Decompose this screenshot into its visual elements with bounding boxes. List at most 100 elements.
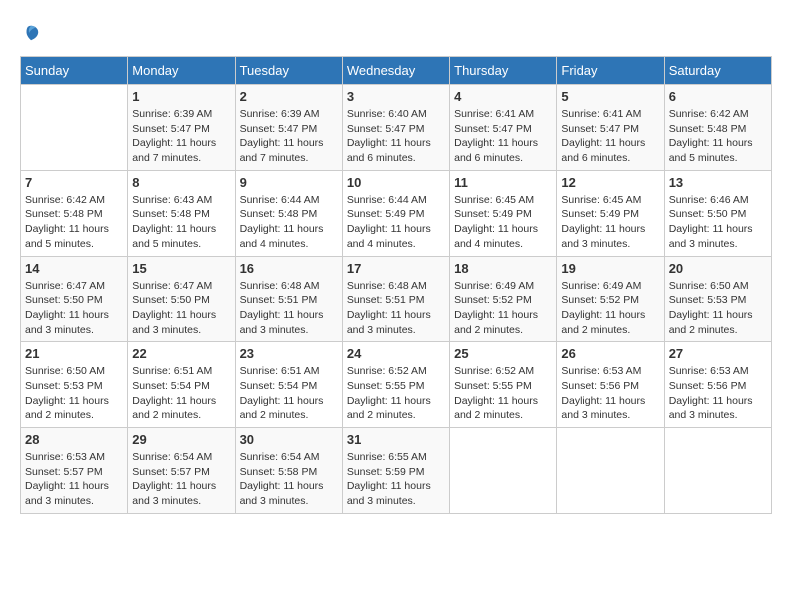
calendar-cell: 1 Sunrise: 6:39 AMSunset: 5:47 PMDaylight… xyxy=(128,85,235,171)
day-info: Sunrise: 6:52 AMSunset: 5:55 PMDaylight:… xyxy=(454,364,552,423)
calendar-cell: 26 Sunrise: 6:53 AMSunset: 5:56 PMDayligh… xyxy=(557,342,664,428)
day-number: 5 xyxy=(561,89,659,104)
day-info: Sunrise: 6:44 AMSunset: 5:49 PMDaylight:… xyxy=(347,193,445,252)
calendar-cell: 8 Sunrise: 6:43 AMSunset: 5:48 PMDaylight… xyxy=(128,170,235,256)
day-number: 18 xyxy=(454,261,552,276)
day-number: 29 xyxy=(132,432,230,447)
logo-bird-icon xyxy=(22,24,40,42)
calendar-cell: 10Sunrise: 6:44 AMSunset: 5:49 PMDayligh… xyxy=(342,170,449,256)
calendar-cell: 27Sunrise: 6:53 AMSunset: 5:56 PMDayligh… xyxy=(664,342,771,428)
day-info: Sunrise: 6:39 AMSunset: 5:47 PMDaylight:… xyxy=(240,107,338,166)
day-info: Sunrise: 6:50 AMSunset: 5:53 PMDaylight:… xyxy=(669,279,767,338)
calendar-cell: 20 Sunrise: 6:50 AMSunset: 5:53 PMDayligh… xyxy=(664,256,771,342)
day-number: 27 xyxy=(669,346,767,361)
day-number: 26 xyxy=(561,346,659,361)
weekday-header-row: SundayMondayTuesdayWednesdayThursdayFrid… xyxy=(21,57,772,85)
day-number: 11 xyxy=(454,175,552,190)
calendar-week-row: 14 Sunrise: 6:47 AMSunset: 5:50 PMDayligh… xyxy=(21,256,772,342)
calendar-cell: 24 Sunrise: 6:52 AMSunset: 5:55 PMDayligh… xyxy=(342,342,449,428)
day-info: Sunrise: 6:52 AMSunset: 5:55 PMDaylight:… xyxy=(347,364,445,423)
day-number: 12 xyxy=(561,175,659,190)
day-info: Sunrise: 6:42 AMSunset: 5:48 PMDaylight:… xyxy=(669,107,767,166)
calendar-table: SundayMondayTuesdayWednesdayThursdayFrid… xyxy=(20,56,772,514)
calendar-cell: 2 Sunrise: 6:39 AMSunset: 5:47 PMDaylight… xyxy=(235,85,342,171)
calendar-cell: 11 Sunrise: 6:45 AMSunset: 5:49 PMDayligh… xyxy=(450,170,557,256)
day-number: 2 xyxy=(240,89,338,104)
day-number: 28 xyxy=(25,432,123,447)
calendar-cell: 7 Sunrise: 6:42 AMSunset: 5:48 PMDaylight… xyxy=(21,170,128,256)
day-number: 8 xyxy=(132,175,230,190)
calendar-cell: 30 Sunrise: 6:54 AMSunset: 5:58 PMDayligh… xyxy=(235,428,342,514)
calendar-cell: 15 Sunrise: 6:47 AMSunset: 5:50 PMDayligh… xyxy=(128,256,235,342)
day-info: Sunrise: 6:46 AMSunset: 5:50 PMDaylight:… xyxy=(669,193,767,252)
day-number: 24 xyxy=(347,346,445,361)
day-info: Sunrise: 6:53 AMSunset: 5:56 PMDaylight:… xyxy=(561,364,659,423)
weekday-header-sunday: Sunday xyxy=(21,57,128,85)
calendar-cell: 18 Sunrise: 6:49 AMSunset: 5:52 PMDayligh… xyxy=(450,256,557,342)
day-number: 19 xyxy=(561,261,659,276)
day-info: Sunrise: 6:41 AMSunset: 5:47 PMDaylight:… xyxy=(454,107,552,166)
day-number: 25 xyxy=(454,346,552,361)
day-info: Sunrise: 6:51 AMSunset: 5:54 PMDaylight:… xyxy=(132,364,230,423)
calendar-cell: 21 Sunrise: 6:50 AMSunset: 5:53 PMDayligh… xyxy=(21,342,128,428)
day-number: 17 xyxy=(347,261,445,276)
day-number: 30 xyxy=(240,432,338,447)
day-number: 13 xyxy=(669,175,767,190)
day-info: Sunrise: 6:47 AMSunset: 5:50 PMDaylight:… xyxy=(25,279,123,338)
day-number: 16 xyxy=(240,261,338,276)
day-number: 15 xyxy=(132,261,230,276)
calendar-cell xyxy=(21,85,128,171)
weekday-header-monday: Monday xyxy=(128,57,235,85)
day-info: Sunrise: 6:44 AMSunset: 5:48 PMDaylight:… xyxy=(240,193,338,252)
day-number: 23 xyxy=(240,346,338,361)
calendar-cell xyxy=(450,428,557,514)
day-number: 7 xyxy=(25,175,123,190)
calendar-cell: 25 Sunrise: 6:52 AMSunset: 5:55 PMDayligh… xyxy=(450,342,557,428)
day-info: Sunrise: 6:54 AMSunset: 5:57 PMDaylight:… xyxy=(132,450,230,509)
day-info: Sunrise: 6:54 AMSunset: 5:58 PMDaylight:… xyxy=(240,450,338,509)
calendar-cell: 12 Sunrise: 6:45 AMSunset: 5:49 PMDayligh… xyxy=(557,170,664,256)
calendar-cell: 31Sunrise: 6:55 AMSunset: 5:59 PMDayligh… xyxy=(342,428,449,514)
calendar-cell: 23 Sunrise: 6:51 AMSunset: 5:54 PMDayligh… xyxy=(235,342,342,428)
calendar-cell xyxy=(664,428,771,514)
day-info: Sunrise: 6:48 AMSunset: 5:51 PMDaylight:… xyxy=(347,279,445,338)
logo xyxy=(20,20,40,46)
day-number: 9 xyxy=(240,175,338,190)
day-info: Sunrise: 6:45 AMSunset: 5:49 PMDaylight:… xyxy=(454,193,552,252)
calendar-cell: 4 Sunrise: 6:41 AMSunset: 5:47 PMDaylight… xyxy=(450,85,557,171)
calendar-week-row: 1 Sunrise: 6:39 AMSunset: 5:47 PMDaylight… xyxy=(21,85,772,171)
calendar-week-row: 7 Sunrise: 6:42 AMSunset: 5:48 PMDaylight… xyxy=(21,170,772,256)
day-info: Sunrise: 6:49 AMSunset: 5:52 PMDaylight:… xyxy=(454,279,552,338)
weekday-header-wednesday: Wednesday xyxy=(342,57,449,85)
calendar-cell: 3Sunrise: 6:40 AMSunset: 5:47 PMDaylight… xyxy=(342,85,449,171)
day-number: 3 xyxy=(347,89,445,104)
day-number: 1 xyxy=(132,89,230,104)
calendar-cell: 22Sunrise: 6:51 AMSunset: 5:54 PMDayligh… xyxy=(128,342,235,428)
day-info: Sunrise: 6:50 AMSunset: 5:53 PMDaylight:… xyxy=(25,364,123,423)
day-info: Sunrise: 6:41 AMSunset: 5:47 PMDaylight:… xyxy=(561,107,659,166)
calendar-cell: 17 Sunrise: 6:48 AMSunset: 5:51 PMDayligh… xyxy=(342,256,449,342)
day-info: Sunrise: 6:55 AMSunset: 5:59 PMDaylight:… xyxy=(347,450,445,509)
day-info: Sunrise: 6:51 AMSunset: 5:54 PMDaylight:… xyxy=(240,364,338,423)
day-info: Sunrise: 6:47 AMSunset: 5:50 PMDaylight:… xyxy=(132,279,230,338)
calendar-cell: 29 Sunrise: 6:54 AMSunset: 5:57 PMDayligh… xyxy=(128,428,235,514)
calendar-cell: 5 Sunrise: 6:41 AMSunset: 5:47 PMDaylight… xyxy=(557,85,664,171)
day-number: 21 xyxy=(25,346,123,361)
day-info: Sunrise: 6:48 AMSunset: 5:51 PMDaylight:… xyxy=(240,279,338,338)
day-info: Sunrise: 6:42 AMSunset: 5:48 PMDaylight:… xyxy=(25,193,123,252)
calendar-cell: 13 Sunrise: 6:46 AMSunset: 5:50 PMDayligh… xyxy=(664,170,771,256)
day-info: Sunrise: 6:39 AMSunset: 5:47 PMDaylight:… xyxy=(132,107,230,166)
weekday-header-thursday: Thursday xyxy=(450,57,557,85)
day-number: 20 xyxy=(669,261,767,276)
day-number: 4 xyxy=(454,89,552,104)
calendar-cell: 19Sunrise: 6:49 AMSunset: 5:52 PMDayligh… xyxy=(557,256,664,342)
day-info: Sunrise: 6:43 AMSunset: 5:48 PMDaylight:… xyxy=(132,193,230,252)
weekday-header-saturday: Saturday xyxy=(664,57,771,85)
weekday-header-friday: Friday xyxy=(557,57,664,85)
day-number: 14 xyxy=(25,261,123,276)
day-info: Sunrise: 6:45 AMSunset: 5:49 PMDaylight:… xyxy=(561,193,659,252)
calendar-week-row: 28Sunrise: 6:53 AMSunset: 5:57 PMDayligh… xyxy=(21,428,772,514)
calendar-cell: 28Sunrise: 6:53 AMSunset: 5:57 PMDayligh… xyxy=(21,428,128,514)
calendar-cell: 9 Sunrise: 6:44 AMSunset: 5:48 PMDaylight… xyxy=(235,170,342,256)
calendar-week-row: 21 Sunrise: 6:50 AMSunset: 5:53 PMDayligh… xyxy=(21,342,772,428)
